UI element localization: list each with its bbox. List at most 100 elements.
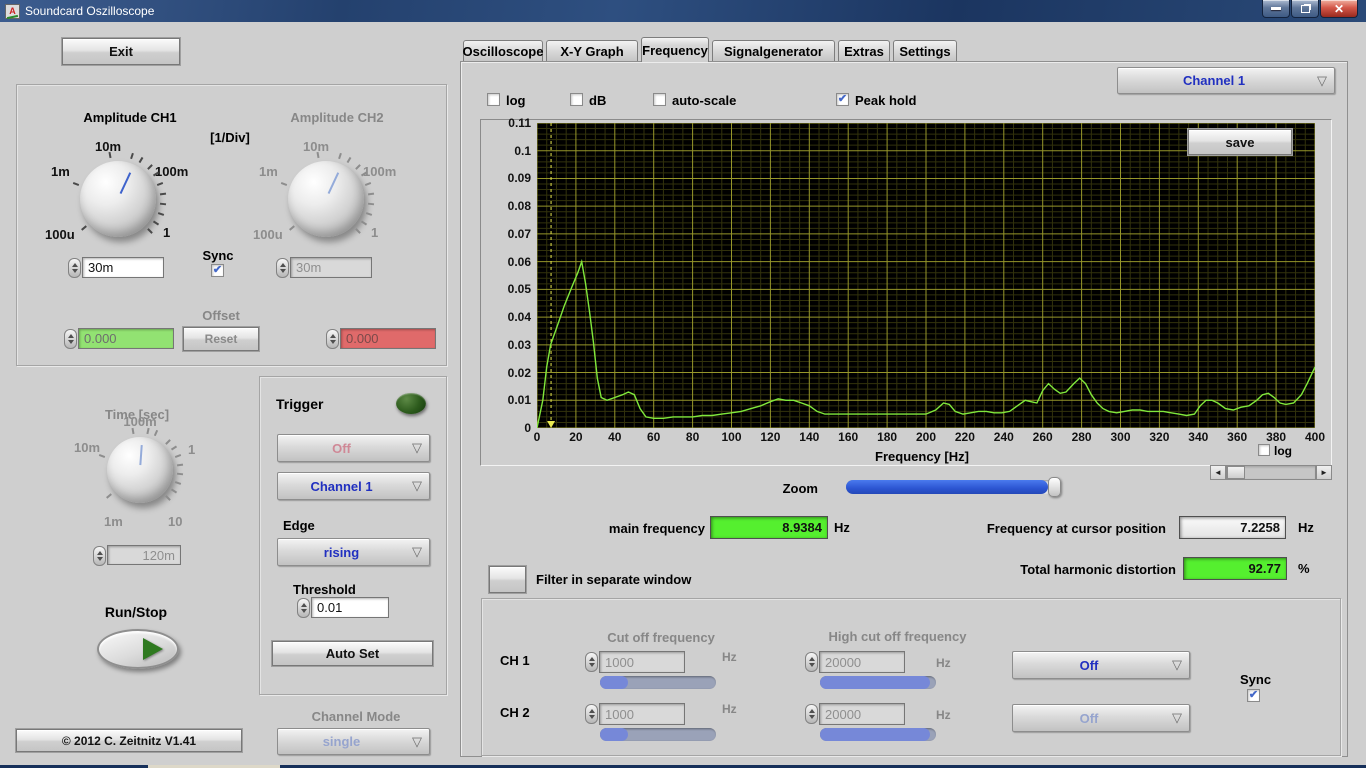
peak-hold-checkbox[interactable]: ✔ [836,93,849,106]
ch1-high-slider[interactable] [820,676,936,689]
filter-window-button[interactable] [489,566,526,593]
restore-button[interactable] [1291,0,1319,18]
ch1-filter-mode-dropdown[interactable]: Off ▽ [1012,651,1190,679]
ch1-cutoff-slider[interactable] [600,676,716,689]
run-stop-button[interactable] [97,629,179,669]
amp-sync-checkbox[interactable]: ✔ [211,264,224,277]
offset-reset-button[interactable]: Reset [183,327,259,351]
threshold-value[interactable]: 0.01 [311,597,389,618]
x-tick-label: 220 [945,430,985,444]
autoscale-checkbox[interactable] [653,93,666,106]
tab-xy-graph[interactable]: X-Y Graph [546,40,638,62]
time-spinner[interactable] [93,546,106,566]
log-checkbox[interactable] [487,93,500,106]
offset-ch1-value[interactable]: 0.000 [78,328,174,349]
filter-sync-checkbox[interactable]: ✔ [1247,689,1260,702]
cutoff-label: Cut off frequency [585,630,737,645]
amplitude-ch2-spinner[interactable] [276,258,289,278]
tab-oscilloscope[interactable]: Oscilloscope [463,40,543,62]
ch2-cutoff-slider[interactable] [600,728,716,741]
knob-needle [120,172,131,194]
amplitude-ch1-value[interactable]: 30m [82,257,164,278]
cursor-frequency-unit: Hz [1298,520,1314,535]
threshold-spinner[interactable] [297,598,310,618]
ch2-cutoff-unit: Hz [722,702,737,716]
main-frequency-label: main frequency [600,521,705,536]
close-button[interactable]: ✕ [1320,0,1358,18]
channel-mode-label: Channel Mode [301,709,411,724]
offset-ch2-spinner[interactable] [326,329,339,349]
chevron-down-icon: ▽ [405,478,429,494]
amplitude-ch2-value[interactable]: 30m [290,257,372,278]
ch2-high-fill [820,728,930,741]
run-stop-label: Run/Stop [76,604,196,620]
offset-ch2-value[interactable]: 0.000 [340,328,436,349]
ch2-cutoff-spinner[interactable] [585,704,598,724]
thd-label: Total harmonic distortion [950,562,1176,577]
trigger-mode-dropdown[interactable]: Off ▽ [277,434,430,462]
zoom-slider-thumb[interactable] [1048,477,1061,497]
tab-extras[interactable]: Extras [838,40,890,62]
offset-label: Offset [191,308,251,323]
y-tick-label: 0.06 [480,255,536,269]
close-icon: ✕ [1334,2,1344,16]
filter-ch1-label: CH 1 [500,653,530,668]
copyright-button[interactable]: © 2012 C. Zeitnitz V1.41 [16,729,242,752]
x-tick-label: 240 [984,430,1024,444]
y-tick-label: 0.02 [480,366,536,380]
scroll-left-icon: ◄ [1214,468,1222,477]
x-axis-labels: 0204060801001201401601802002202402602803… [537,430,1315,446]
ch1-cutoff-value[interactable]: 1000 [599,651,685,673]
h-scrollbar: ◄ ► [1210,465,1332,480]
trigger-title: Trigger [276,396,336,412]
channel-mode-dropdown[interactable]: single ▽ [277,728,430,755]
channel-select-dropdown[interactable]: Channel 1 ▽ [1117,67,1335,94]
ch1-cutoff-unit: Hz [722,650,737,664]
scroll-thumb[interactable] [1227,466,1245,479]
knob-needle [139,445,142,465]
y-axis-labels: 00.010.020.030.040.050.060.070.080.090.1… [480,123,536,428]
ch1-high-value[interactable]: 20000 [819,651,905,673]
cursor-frequency-value: 7.2258 [1179,516,1286,539]
scroll-right-button[interactable]: ► [1316,465,1332,480]
ch2-high-value[interactable]: 20000 [819,703,905,725]
trigger-source-dropdown[interactable]: Channel 1 ▽ [277,472,430,500]
time-knob[interactable]: 1m 10m 100m 1 10 [70,414,210,544]
offset-ch1-spinner[interactable] [64,329,77,349]
ch1-high-spinner[interactable] [805,652,818,672]
y-tick-label: 0.04 [480,310,536,324]
auto-set-button[interactable]: Auto Set [272,641,433,666]
minimize-button[interactable] [1262,0,1290,18]
ch2-cutoff-value[interactable]: 1000 [599,703,685,725]
x-tick-label: 280 [1062,430,1102,444]
peak-hold-label: Peak hold [855,93,916,108]
edge-dropdown[interactable]: rising ▽ [277,538,430,566]
tab-settings[interactable]: Settings [893,40,957,62]
exit-button[interactable]: Exit [62,38,180,65]
ch2-filter-mode-dropdown[interactable]: Off ▽ [1012,704,1190,732]
x-tick-label: 180 [867,430,907,444]
y-tick-label: 0.09 [480,171,536,185]
tab-signalgenerator[interactable]: Signalgenerator [712,40,835,62]
spectrum-plot[interactable] [537,123,1315,428]
db-checkbox[interactable] [570,93,583,106]
ch1-cutoff-spinner[interactable] [585,652,598,672]
save-button[interactable]: save [1188,129,1292,155]
tab-frequency[interactable]: Frequency [641,37,709,62]
high-cutoff-label: High cut off frequency [805,629,990,644]
scroll-left-button[interactable]: ◄ [1210,465,1226,480]
ch2-high-slider[interactable] [820,728,936,741]
ch1-cutoff-fill [600,676,628,689]
amplitude-ch1-spinner[interactable] [68,258,81,278]
amplitude-ch2-knob[interactable]: 100u 1m 10m 100m 1 [251,137,401,267]
amplitude-ch1-knob[interactable]: 100u 1m 10m 100m 1 [43,137,193,267]
x-tick-label: 380 [1256,430,1296,444]
main-frequency-unit: Hz [834,520,850,535]
axis-log-checkbox[interactable] [1258,444,1270,456]
ch2-high-spinner[interactable] [805,704,818,724]
time-value[interactable]: 120m [107,545,181,565]
y-tick-label: 0.01 [480,393,536,407]
zoom-slider-track[interactable] [846,480,1058,494]
x-tick-label: 360 [1217,430,1257,444]
trigger-led [396,393,426,414]
